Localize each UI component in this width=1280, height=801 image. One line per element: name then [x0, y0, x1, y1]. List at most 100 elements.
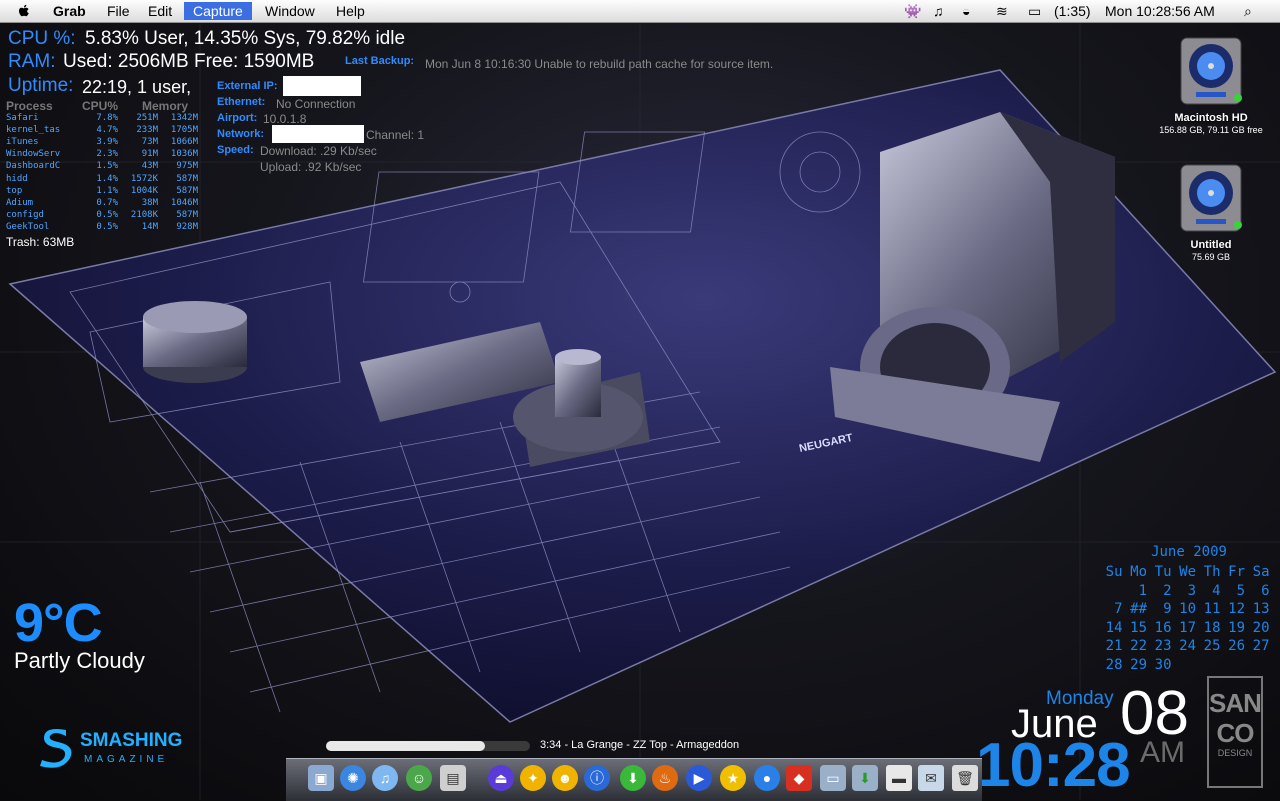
upload-speed: Upload: .92 Kb/sec	[260, 160, 362, 174]
drive-info: 75.69 GB	[1191, 252, 1231, 262]
calendar-week: 21 22 23 24 25 26 27	[1105, 638, 1270, 654]
cube-icon[interactable]: ◆	[786, 765, 812, 791]
menu-app-name[interactable]: Grab	[44, 2, 95, 20]
table-row: kernel_tas 4.7% 233M 1705M	[6, 125, 198, 136]
drive-info: 156.88 GB, 79.11 GB free	[1159, 125, 1263, 135]
speed-label: Speed:	[217, 144, 254, 156]
weather-condition: Partly Cloudy	[14, 648, 145, 673]
drive-name: Macintosh HD	[1174, 112, 1248, 124]
table-row: WindowServ 2.3% 91M 1036M	[6, 149, 198, 160]
calendar-week: 14 15 16 17 18 19 20	[1105, 619, 1270, 636]
status-drive-icon[interactable]: ◒	[962, 2, 970, 20]
table-row: GeekTool 0.5% 14M 928M	[6, 221, 198, 232]
uptime-label: Uptime:	[8, 75, 74, 96]
flame-icon[interactable]: ♨	[652, 765, 678, 791]
status-battery-icon[interactable]: ▭	[1028, 2, 1041, 20]
last-backup-value: Mon Jun 8 10:16:30 Unable to rebuild pat…	[425, 57, 774, 71]
drive-macintosh-hd[interactable]: Macintosh HD 156.88 GB, 79.11 GB free	[1141, 36, 1280, 135]
col-process: Process	[6, 99, 53, 113]
last-backup-label: Last Backup:	[345, 55, 415, 67]
download-icon[interactable]: ⬇	[620, 765, 646, 791]
downloads-folder-icon[interactable]: ⬇	[852, 765, 878, 791]
menu-help[interactable]: Help	[327, 2, 374, 20]
info-icon[interactable]: ⓘ	[584, 765, 610, 791]
calendar-weekdays: Su Mo Tu We Th Fr Sa	[1105, 564, 1270, 580]
clock-time: 10:28	[976, 731, 1131, 800]
mail-icon[interactable]: ✉	[918, 765, 944, 791]
clock-ampm: AM	[1140, 736, 1185, 769]
ethernet-label: Ethernet:	[217, 96, 266, 108]
network-label: Network:	[217, 128, 265, 140]
redacted-ip	[283, 76, 361, 96]
sanco-logo-text: DESIGN	[1217, 748, 1253, 758]
table-row: iTunes 3.9% 73M 1066M	[6, 137, 198, 148]
calendar-week: 7 ## 9 10 11 12 13	[1114, 601, 1270, 617]
dock: ▣ ✺ ♫ ☺ ▤ ⏏ ✦ ☻ ⓘ ⬇ ♨ ▶ ★ ● ◆ ▭ ⬇ ▬ ✉ 🗑	[286, 758, 982, 801]
uptime-value: 22:19, 1 user,	[82, 77, 192, 97]
table-row: top 1.1% 1004K 587M	[6, 185, 198, 196]
calendar-week: 28 29 30	[1105, 656, 1172, 673]
ram-label: RAM:	[8, 51, 56, 72]
tools-icon[interactable]: ✦	[520, 765, 546, 791]
smashing-title: SMASHING	[80, 730, 183, 751]
calendar-widget: June 2009 Su Mo Tu We Th Fr Sa 123456 7 ## 9 10 11…	[1098, 544, 1280, 675]
eject-icon[interactable]: ⏏	[488, 765, 514, 791]
ethernet-value: No Connection	[276, 97, 356, 111]
external-ip-label: External IP:	[217, 80, 278, 92]
hard-drive-icon	[1178, 163, 1244, 235]
smashing-magazine-logo: SMASHING MAGAZINE	[36, 724, 182, 773]
finder-icon[interactable]: ▣	[308, 765, 334, 791]
apple-menu-icon[interactable]	[16, 3, 32, 19]
user-icon[interactable]: ☻	[552, 765, 578, 791]
gear-left-graphic	[143, 301, 247, 383]
col-memory: Memory	[141, 99, 188, 113]
play-icon[interactable]: ▶	[686, 765, 712, 791]
table-row: DashboardC 1.5% 43M 975M	[6, 161, 198, 172]
menu-capture[interactable]: Capture	[184, 2, 252, 20]
weather-temperature: 9°C	[14, 593, 103, 653]
drive-name: Untitled	[1190, 239, 1232, 251]
menu-file[interactable]: File	[98, 2, 139, 20]
table-row: Safari 7.8% 251M 1342M	[6, 113, 198, 124]
preview-icon[interactable]: ▤	[440, 765, 466, 791]
drop-icon[interactable]: ●	[754, 765, 780, 791]
hard-drive-icon	[1178, 36, 1244, 108]
star-icon[interactable]: ★	[720, 765, 746, 791]
table-row: hidd 1.4% 1572K 587M	[6, 173, 198, 184]
smashing-subtitle: MAGAZINE	[84, 754, 169, 765]
sanco-design-logo: SAN CO DESIGN	[1207, 676, 1263, 788]
trash-icon[interactable]: 🗑	[952, 765, 978, 791]
status-wifi-icon[interactable]: ≋	[996, 2, 1008, 20]
screen-icon[interactable]: ▬	[886, 765, 912, 791]
safari-icon[interactable]: ✺	[340, 765, 366, 791]
table-row: Adium 0.7% 38M 1046M	[6, 197, 198, 208]
music-track-info: 3:34 - La Grange - ZZ Top - Armageddon	[540, 739, 740, 751]
cpu-label: CPU %:	[8, 28, 76, 49]
drive-untitled[interactable]: Untitled 75.69 GB	[1141, 163, 1280, 262]
menu-bar: Grab File Edit Capture Window Help 👾 ♫ ◒…	[0, 0, 1280, 23]
menu-window[interactable]: Window	[256, 2, 324, 20]
calendar-title: June 2009	[1151, 544, 1227, 560]
status-battery-time[interactable]: (1:35)	[1054, 2, 1091, 20]
spotlight-icon[interactable]: ⌕	[1244, 2, 1252, 20]
status-music-icon[interactable]: ♫	[933, 2, 944, 20]
menu-edit[interactable]: Edit	[139, 2, 181, 20]
download-speed: Download: .29 Kb/sec	[260, 144, 377, 158]
status-alien-icon[interactable]: 👾	[904, 2, 921, 20]
adium-icon[interactable]: ☺	[406, 765, 432, 791]
cpu-value: 5.83% User, 14.35% Sys, 79.82% idle	[85, 28, 406, 49]
ram-value: Used: 2506MB Free: 1590MB	[63, 51, 315, 72]
calendar-week: 123456	[1138, 582, 1270, 599]
smashing-s-icon	[40, 729, 72, 768]
airport-label: Airport:	[217, 112, 258, 124]
redacted-network	[272, 125, 364, 143]
music-progress-fill	[326, 741, 486, 751]
channel-value: Channel: 1	[366, 128, 425, 142]
menubar-clock[interactable]: Mon 10:28:56 AM	[1105, 2, 1215, 20]
table-row: configd 0.5% 2108K 587M	[6, 209, 198, 220]
process-table-header: Process CPU% Memory	[6, 100, 198, 112]
music-progress-bar[interactable]	[326, 741, 530, 751]
itunes-icon[interactable]: ♫	[372, 765, 398, 791]
folder-icon[interactable]: ▭	[820, 765, 846, 791]
col-cpu: CPU%	[81, 99, 118, 113]
